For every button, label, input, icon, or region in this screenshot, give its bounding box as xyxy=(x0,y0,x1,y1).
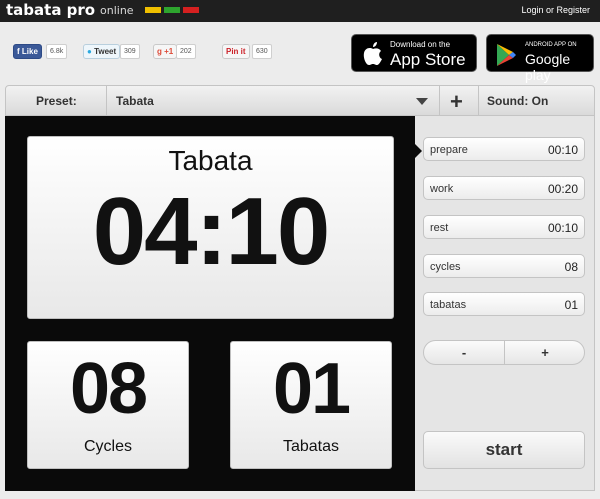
gplus-button[interactable]: g +1 xyxy=(153,44,178,59)
start-button[interactable]: start xyxy=(423,431,585,469)
cycles-card: 08 Cycles xyxy=(27,341,189,469)
gplus-icon: g xyxy=(157,47,162,56)
gplus-label: +1 xyxy=(164,47,174,56)
facebook-like-count: 6.8k xyxy=(46,44,68,59)
swatch-green xyxy=(164,7,180,13)
tabatas-setting-value: 01 xyxy=(564,298,578,312)
swatch-red xyxy=(183,7,199,13)
pinterest-count: 630 xyxy=(252,44,272,59)
twitter-tweet-label: Tweet xyxy=(94,47,117,56)
tabatas-value: 01 xyxy=(272,349,351,429)
add-divider xyxy=(439,86,440,116)
main-timer-card: Tabata 04:10 xyxy=(27,136,394,319)
login-register-link[interactable]: Login or Register xyxy=(521,5,590,15)
google-play-icon xyxy=(497,44,516,66)
timer-panel: Tabata 04:10 08 Cycles 01 Tabatas xyxy=(5,116,415,491)
timer-title: Tabata xyxy=(168,145,253,176)
brand-subtitle: online xyxy=(100,4,134,17)
work-value: 00:20 xyxy=(547,182,578,196)
timer-display: 04:10 xyxy=(92,178,331,285)
preset-label: Preset: xyxy=(36,94,77,108)
sound-divider xyxy=(478,86,479,116)
cycles-label: Cycles xyxy=(83,438,132,455)
prepare-field[interactable]: prepare 00:10 xyxy=(423,137,585,161)
app-store-button[interactable]: Download on the App Store xyxy=(351,34,477,72)
facebook-like-button[interactable]: f Like xyxy=(13,44,42,59)
active-step-pointer xyxy=(415,144,422,158)
swatch-yellow xyxy=(145,7,161,13)
cycles-setting-label: cycles xyxy=(430,261,461,273)
pinterest-pin-button[interactable]: Pin it xyxy=(222,44,250,59)
rest-label: rest xyxy=(430,222,449,234)
facebook-icon: f xyxy=(17,47,20,56)
chevron-down-icon[interactable] xyxy=(416,98,428,105)
add-preset-button[interactable]: + xyxy=(450,89,463,115)
tabatas-label: Tabatas xyxy=(282,438,340,455)
prepare-label: prepare xyxy=(430,144,468,156)
preset-divider xyxy=(106,86,107,116)
app-store-title: App Store xyxy=(390,50,466,69)
google-play-subtitle: ANDROID APP ON xyxy=(525,42,577,48)
tabatas-field[interactable]: tabatas 01 xyxy=(423,292,585,316)
cycles-setting-value: 08 xyxy=(564,260,578,274)
facebook-like-label: Like xyxy=(21,47,38,56)
prepare-value: 00:10 xyxy=(547,143,578,157)
google-play-title: Google play xyxy=(525,51,571,83)
tabatas-card: 01 Tabatas xyxy=(230,341,392,469)
sound-toggle[interactable]: Sound: On xyxy=(487,94,548,108)
brand-logo[interactable]: tabata pro xyxy=(6,1,95,19)
top-bar: tabata pro online Login or Register xyxy=(0,0,600,22)
work-field[interactable]: work 00:20 xyxy=(423,176,585,200)
pinterest-label: Pin it xyxy=(226,47,246,56)
twitter-icon: ● xyxy=(87,47,92,56)
preset-bar: Preset: Tabata + Sound: On xyxy=(5,85,595,116)
twitter-tweet-button[interactable]: ● Tweet xyxy=(83,44,121,59)
twitter-tweet-count: 309 xyxy=(120,44,140,59)
app-store-subtitle: Download on the xyxy=(390,40,451,49)
increment-button[interactable]: + xyxy=(505,341,585,364)
tabatas-setting-label: tabatas xyxy=(430,299,467,311)
gplus-count: 202 xyxy=(176,44,196,59)
google-play-button[interactable]: ANDROID APP ON Google play xyxy=(486,34,594,83)
work-label: work xyxy=(430,183,454,195)
cycles-value: 08 xyxy=(69,349,148,429)
apple-icon xyxy=(363,42,382,65)
cycles-field[interactable]: cycles 08 xyxy=(423,254,585,278)
rest-value: 00:10 xyxy=(547,221,578,235)
decrement-button[interactable]: - xyxy=(424,341,504,364)
preset-select[interactable]: Tabata xyxy=(116,94,154,108)
settings-panel: prepare 00:10 work 00:20 rest 00:10 cycl… xyxy=(415,116,595,491)
value-stepper: - + xyxy=(423,340,585,365)
rest-field[interactable]: rest 00:10 xyxy=(423,215,585,239)
